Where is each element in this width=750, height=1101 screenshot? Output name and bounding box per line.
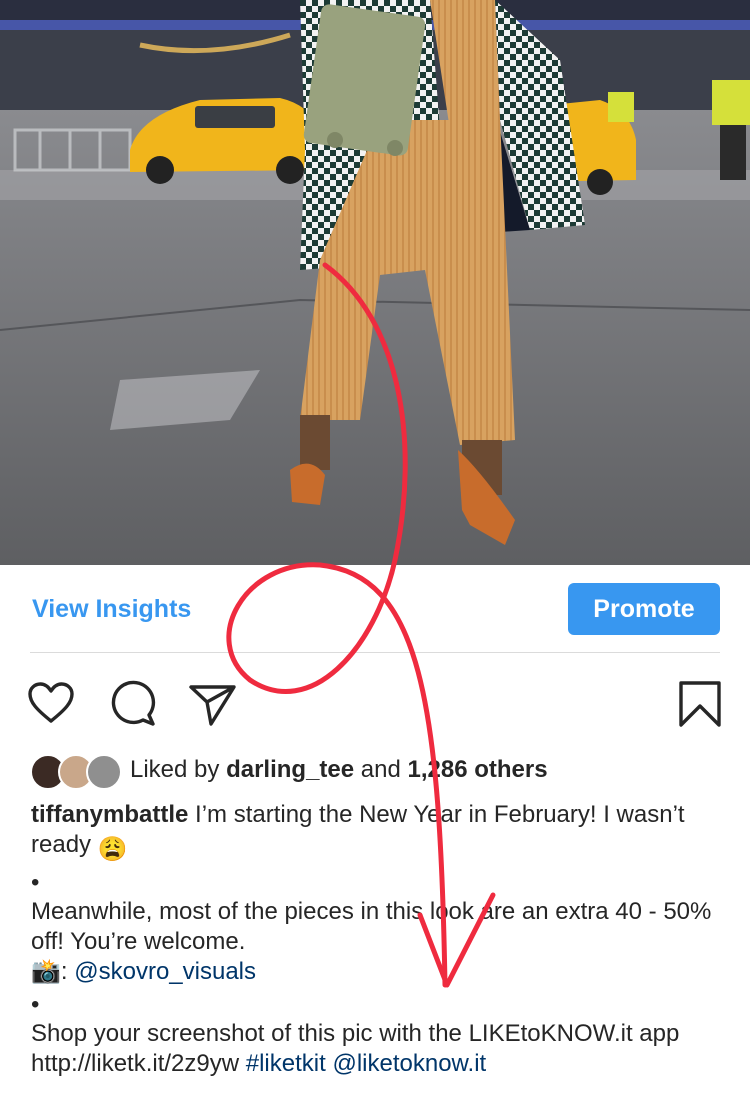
insights-row: View Insights Promote	[0, 565, 750, 653]
hashtag-link[interactable]: #liketkit	[246, 1050, 326, 1077]
likes-and: and	[354, 756, 408, 783]
likes-others-count[interactable]: 1,286 others	[408, 756, 548, 783]
credit-separator: :	[60, 958, 75, 985]
post-photo[interactable]	[0, 0, 750, 565]
credit-handle-link[interactable]: @skovro_visuals	[74, 958, 256, 985]
avatar	[86, 754, 122, 790]
view-insights-link[interactable]: View Insights	[32, 595, 191, 624]
heart-icon[interactable]	[26, 678, 76, 728]
liker-username[interactable]: darling_tee	[226, 756, 354, 783]
divider	[30, 652, 720, 653]
likes-prefix: Liked by	[130, 756, 227, 783]
street-photo	[0, 0, 750, 565]
caption-paragraph2: Meanwhile, most of the pieces in this lo…	[31, 898, 712, 955]
caption-username[interactable]: tiffanymbattle	[31, 801, 188, 828]
shop-text: Shop your screenshot of this pic with th…	[31, 1020, 680, 1047]
mention-link[interactable]: @liketoknow.it	[332, 1050, 486, 1077]
camera-emoji: 📸	[31, 958, 61, 985]
shop-link[interactable]: http://liketk.it/2z9yw	[31, 1050, 239, 1077]
likes-summary[interactable]: Liked by darling_tee and 1,286 others	[130, 756, 548, 784]
comment-icon[interactable]	[108, 678, 158, 728]
liker-avatars[interactable]	[30, 752, 122, 790]
weary-face-emoji: 😩	[97, 836, 128, 863]
likes-row: Liked by darling_tee and 1,286 others	[30, 750, 548, 790]
caption-bullet: •	[31, 869, 40, 896]
paper-plane-icon[interactable]	[188, 678, 238, 728]
post-caption: tiffanymbattle I’m starting the New Year…	[31, 800, 721, 1079]
action-bar	[0, 672, 750, 736]
caption-bullet: •	[31, 991, 40, 1018]
promote-button[interactable]: Promote	[568, 583, 720, 635]
bookmark-icon[interactable]	[676, 678, 726, 728]
